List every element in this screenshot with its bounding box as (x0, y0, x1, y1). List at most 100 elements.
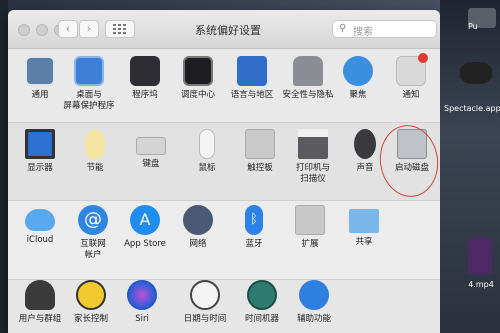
time-machine-icon (247, 280, 277, 310)
search-field[interactable]: ⚲ 搜索 (332, 20, 437, 38)
pane-label: 桌面与 屏幕保护程序 (63, 90, 115, 111)
pane-security-privacy[interactable]: 安全性与隐私 (280, 56, 336, 101)
pane-date-time[interactable]: 日期与时间 (177, 280, 233, 325)
mission-control-icon (183, 56, 213, 86)
puzzle-icon (295, 205, 325, 235)
pane-dock[interactable]: 程序坞 (117, 56, 173, 101)
pane-label: 辅助功能 (296, 314, 331, 324)
pane-label: 蓝牙 (245, 239, 263, 249)
pane-label: 调度中心 (180, 90, 215, 100)
show-all-button[interactable] (105, 20, 135, 38)
desktop-file-label: Pu (468, 22, 478, 31)
chevron-right-icon: › (86, 22, 92, 35)
pane-trackpad[interactable]: 触控板 (232, 129, 288, 174)
desktop-right: Pu Spectacle.app 4.mp4 (440, 0, 500, 333)
accessibility-icon (299, 280, 329, 310)
pane-extensions[interactable]: 扩展 (282, 205, 338, 250)
notification-icon (396, 53, 428, 86)
pane-network[interactable]: 网络 (170, 205, 226, 250)
pane-label: 显示器 (27, 163, 53, 173)
parental-icon (76, 280, 106, 310)
pane-mission-control[interactable]: 调度中心 (170, 56, 226, 101)
pane-energy-saver[interactable]: 节能 (67, 129, 123, 174)
at-icon: @ (78, 205, 108, 235)
pane-language-region[interactable]: 语言与地区 (224, 56, 280, 101)
pane-displays[interactable]: 显示器 (12, 129, 68, 174)
pane-label: Siri (135, 314, 149, 324)
minimize-button[interactable] (36, 24, 48, 36)
display-icon (25, 129, 55, 159)
desktop-icon (74, 56, 104, 86)
pane-app-store[interactable]: A App Store (117, 205, 173, 250)
pane-desktop-screensaver[interactable]: 桌面与 屏幕保护程序 (61, 56, 117, 112)
pane-notifications[interactable]: 通知 (383, 53, 439, 101)
pane-label: 日期与时间 (183, 314, 227, 324)
siri-icon (127, 280, 157, 310)
pane-label: 鼠标 (198, 163, 216, 173)
video-file-icon[interactable] (468, 238, 492, 274)
close-button[interactable] (18, 24, 30, 36)
forward-button[interactable]: › (79, 20, 99, 38)
pane-mouse[interactable]: 鼠标 (179, 129, 235, 174)
speaker-icon (354, 129, 376, 159)
general-icon (25, 56, 55, 86)
pane-label: 语言与地区 (230, 90, 274, 100)
pane-label: 家长控制 (73, 314, 108, 324)
magnifier-icon (343, 56, 373, 86)
window-title: 系统偏好设置 (195, 24, 261, 37)
pane-accessibility[interactable]: 辅助功能 (286, 280, 342, 325)
pane-sharing[interactable]: 共享 (336, 205, 392, 248)
users-icon (25, 280, 55, 310)
pane-keyboard[interactable]: 键盘 (123, 129, 179, 170)
pane-internet-accounts[interactable]: @ 互联网 帐户 (65, 205, 121, 261)
globe-icon (183, 205, 213, 235)
search-placeholder: 搜索 (353, 27, 373, 38)
pane-time-machine[interactable]: 时间机器 (234, 280, 290, 325)
system-preferences-window: ‹ › 系统偏好设置 ⚲ 搜索 通用 桌面与 屏幕保护程序 程序坞 调度中心 语… (8, 10, 440, 333)
pane-bluetooth[interactable]: ᛒ 蓝牙 (226, 205, 282, 250)
pane-label: 通用 (31, 90, 49, 100)
video-file-label: 4.mp4 (468, 280, 494, 289)
pane-siri[interactable]: Siri (114, 280, 170, 325)
pane-label: 键盘 (142, 159, 160, 169)
pane-label: 互联网 帐户 (80, 239, 106, 260)
bluetooth-icon: ᛒ (245, 205, 263, 235)
app-store-icon: A (130, 205, 160, 235)
pane-label: 触控板 (247, 163, 273, 173)
pane-label: 共享 (355, 237, 373, 247)
chevron-left-icon: ‹ (65, 22, 71, 35)
bulb-icon (85, 129, 105, 159)
title-bar: ‹ › 系统偏好设置 ⚲ 搜索 (8, 10, 440, 49)
pane-label: 通知 (402, 90, 420, 100)
printer-icon (298, 129, 328, 159)
pane-label: 聚焦 (349, 90, 367, 100)
pane-label: 网络 (189, 239, 207, 249)
pane-icloud[interactable]: iCloud (12, 205, 68, 246)
spectacle-icon[interactable] (460, 62, 492, 84)
dock-icon (130, 56, 160, 86)
pane-general[interactable]: 通用 (12, 56, 68, 101)
pane-parental-controls[interactable]: 家长控制 (63, 280, 119, 325)
house-lock-icon (293, 56, 323, 86)
keyboard-icon (136, 137, 166, 155)
cloud-icon (25, 209, 55, 231)
flag-icon (237, 56, 267, 86)
grid-icon (113, 24, 126, 34)
sharing-folder-icon (349, 209, 379, 233)
pane-label: 时间机器 (244, 314, 279, 324)
pane-label: iCloud (26, 235, 54, 245)
notification-badge (418, 53, 428, 63)
pane-label: 节能 (86, 163, 104, 173)
calendar-clock-icon (190, 280, 220, 310)
pane-label: 安全性与隐私 (282, 90, 334, 100)
pane-users-groups[interactable]: 用户与群组 (12, 280, 68, 325)
pane-label: 扩展 (301, 239, 319, 249)
desktop-background-left (0, 0, 8, 333)
pane-label: 用户与群组 (18, 314, 62, 324)
mouse-icon (199, 129, 215, 159)
trackpad-icon (245, 129, 275, 159)
pane-printers-scanners[interactable]: 打印机与 扫描仪 (285, 129, 341, 185)
back-button[interactable]: ‹ (58, 20, 78, 38)
pane-spotlight[interactable]: 聚焦 (330, 56, 386, 101)
pane-label: 打印机与 扫描仪 (295, 163, 330, 184)
